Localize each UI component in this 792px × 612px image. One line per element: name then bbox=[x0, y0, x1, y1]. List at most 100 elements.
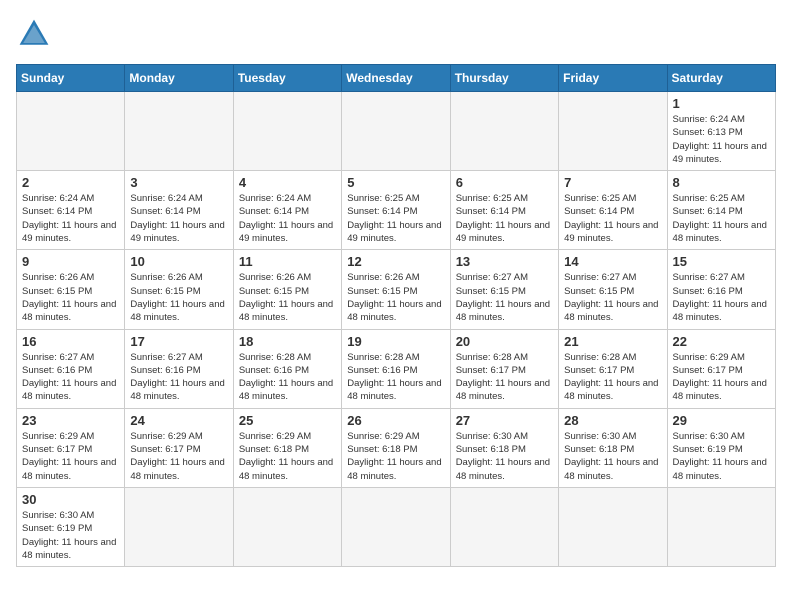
cell-info: Sunrise: 6:30 AM Sunset: 6:19 PM Dayligh… bbox=[673, 430, 770, 483]
cell-info: Sunrise: 6:30 AM Sunset: 6:18 PM Dayligh… bbox=[456, 430, 553, 483]
cell-info: Sunrise: 6:26 AM Sunset: 6:15 PM Dayligh… bbox=[347, 271, 444, 324]
calendar-cell: 30Sunrise: 6:30 AM Sunset: 6:19 PM Dayli… bbox=[17, 487, 125, 566]
calendar-cell: 25 Sunrise: 6:29 AM Sunset: 6:18 PM Dayli… bbox=[233, 408, 341, 487]
day-number: 22 bbox=[673, 334, 770, 349]
cell-info: Sunrise: 6:28 AM Sunset: 6:17 PM Dayligh… bbox=[564, 351, 661, 404]
day-number: 23 bbox=[22, 413, 119, 428]
day-number: 29 bbox=[673, 413, 770, 428]
calendar-cell: 6 Sunrise: 6:25 AM Sunset: 6:14 PM Daylig… bbox=[450, 171, 558, 250]
cell-info: Sunrise: 6:29 AM Sunset: 6:18 PM Dayligh… bbox=[347, 430, 444, 483]
calendar-week-row: 23 Sunrise: 6:29 AM Sunset: 6:17 PM Dayli… bbox=[17, 408, 776, 487]
day-header-friday: Friday bbox=[559, 65, 667, 92]
day-number: 21 bbox=[564, 334, 661, 349]
calendar-cell: 13Sunrise: 6:27 AM Sunset: 6:15 PM Dayli… bbox=[450, 250, 558, 329]
day-number: 17 bbox=[130, 334, 227, 349]
calendar-cell bbox=[17, 92, 125, 171]
calendar-cell: 16 Sunrise: 6:27 AM Sunset: 6:16 PM Dayli… bbox=[17, 329, 125, 408]
cell-info: Sunrise: 6:28 AM Sunset: 6:16 PM Dayligh… bbox=[347, 351, 444, 404]
calendar-cell: 17 Sunrise: 6:27 AM Sunset: 6:16 PM Dayli… bbox=[125, 329, 233, 408]
cell-info: Sunrise: 6:24 AM Sunset: 6:14 PM Dayligh… bbox=[239, 192, 336, 245]
calendar-cell bbox=[559, 92, 667, 171]
calendar-cell: 24 Sunrise: 6:29 AM Sunset: 6:17 PM Dayli… bbox=[125, 408, 233, 487]
cell-info: Sunrise: 6:29 AM Sunset: 6:17 PM Dayligh… bbox=[22, 430, 119, 483]
cell-info: Sunrise: 6:29 AM Sunset: 6:18 PM Dayligh… bbox=[239, 430, 336, 483]
calendar-cell: 2 Sunrise: 6:24 AM Sunset: 6:14 PM Daylig… bbox=[17, 171, 125, 250]
calendar-cell: 28Sunrise: 6:30 AM Sunset: 6:18 PM Dayli… bbox=[559, 408, 667, 487]
cell-info: Sunrise: 6:29 AM Sunset: 6:17 PM Dayligh… bbox=[130, 430, 227, 483]
calendar-cell bbox=[450, 487, 558, 566]
calendar-cell: 12 Sunrise: 6:26 AM Sunset: 6:15 PM Dayli… bbox=[342, 250, 450, 329]
calendar-cell: 15 Sunrise: 6:27 AM Sunset: 6:16 PM Dayli… bbox=[667, 250, 775, 329]
calendar-cell bbox=[342, 92, 450, 171]
day-number: 11 bbox=[239, 254, 336, 269]
calendar-cell: 10Sunrise: 6:26 AM Sunset: 6:15 PM Dayli… bbox=[125, 250, 233, 329]
day-number: 6 bbox=[456, 175, 553, 190]
calendar-cell bbox=[233, 487, 341, 566]
day-number: 8 bbox=[673, 175, 770, 190]
cell-info: Sunrise: 6:28 AM Sunset: 6:17 PM Dayligh… bbox=[456, 351, 553, 404]
cell-info: Sunrise: 6:25 AM Sunset: 6:14 PM Dayligh… bbox=[564, 192, 661, 245]
day-number: 7 bbox=[564, 175, 661, 190]
cell-info: Sunrise: 6:28 AM Sunset: 6:16 PM Dayligh… bbox=[239, 351, 336, 404]
day-number: 26 bbox=[347, 413, 444, 428]
calendar-cell: 29 Sunrise: 6:30 AM Sunset: 6:19 PM Dayli… bbox=[667, 408, 775, 487]
day-number: 27 bbox=[456, 413, 553, 428]
calendar-cell: 22Sunrise: 6:29 AM Sunset: 6:17 PM Dayli… bbox=[667, 329, 775, 408]
day-number: 5 bbox=[347, 175, 444, 190]
day-number: 4 bbox=[239, 175, 336, 190]
cell-info: Sunrise: 6:24 AM Sunset: 6:14 PM Dayligh… bbox=[130, 192, 227, 245]
day-number: 10 bbox=[130, 254, 227, 269]
day-number: 3 bbox=[130, 175, 227, 190]
day-number: 2 bbox=[22, 175, 119, 190]
day-header-saturday: Saturday bbox=[667, 65, 775, 92]
calendar-week-row: 9Sunrise: 6:26 AM Sunset: 6:15 PM Daylig… bbox=[17, 250, 776, 329]
cell-info: Sunrise: 6:27 AM Sunset: 6:16 PM Dayligh… bbox=[673, 271, 770, 324]
logo bbox=[16, 16, 58, 52]
calendar-cell: 20 Sunrise: 6:28 AM Sunset: 6:17 PM Dayli… bbox=[450, 329, 558, 408]
calendar-header-row: SundayMondayTuesdayWednesdayThursdayFrid… bbox=[17, 65, 776, 92]
day-number: 25 bbox=[239, 413, 336, 428]
cell-info: Sunrise: 6:24 AM Sunset: 6:14 PM Dayligh… bbox=[22, 192, 119, 245]
cell-info: Sunrise: 6:25 AM Sunset: 6:14 PM Dayligh… bbox=[673, 192, 770, 245]
cell-info: Sunrise: 6:27 AM Sunset: 6:16 PM Dayligh… bbox=[130, 351, 227, 404]
day-number: 24 bbox=[130, 413, 227, 428]
day-header-sunday: Sunday bbox=[17, 65, 125, 92]
cell-info: Sunrise: 6:24 AM Sunset: 6:13 PM Dayligh… bbox=[673, 113, 770, 166]
calendar-cell: 18 Sunrise: 6:28 AM Sunset: 6:16 PM Dayli… bbox=[233, 329, 341, 408]
calendar-week-row: 2 Sunrise: 6:24 AM Sunset: 6:14 PM Daylig… bbox=[17, 171, 776, 250]
day-header-wednesday: Wednesday bbox=[342, 65, 450, 92]
cell-info: Sunrise: 6:30 AM Sunset: 6:18 PM Dayligh… bbox=[564, 430, 661, 483]
day-number: 13 bbox=[456, 254, 553, 269]
day-header-monday: Monday bbox=[125, 65, 233, 92]
calendar-cell bbox=[233, 92, 341, 171]
day-number: 30 bbox=[22, 492, 119, 507]
calendar-cell bbox=[450, 92, 558, 171]
cell-info: Sunrise: 6:25 AM Sunset: 6:14 PM Dayligh… bbox=[347, 192, 444, 245]
calendar-cell: 7 Sunrise: 6:25 AM Sunset: 6:14 PM Daylig… bbox=[559, 171, 667, 250]
day-header-thursday: Thursday bbox=[450, 65, 558, 92]
calendar-cell bbox=[125, 92, 233, 171]
calendar-cell bbox=[667, 487, 775, 566]
calendar-cell: 4 Sunrise: 6:24 AM Sunset: 6:14 PM Daylig… bbox=[233, 171, 341, 250]
day-number: 12 bbox=[347, 254, 444, 269]
day-number: 20 bbox=[456, 334, 553, 349]
day-number: 15 bbox=[673, 254, 770, 269]
calendar-cell: 14Sunrise: 6:27 AM Sunset: 6:15 PM Dayli… bbox=[559, 250, 667, 329]
logo-icon bbox=[16, 16, 52, 52]
day-number: 16 bbox=[22, 334, 119, 349]
page-header bbox=[16, 16, 776, 52]
cell-info: Sunrise: 6:25 AM Sunset: 6:14 PM Dayligh… bbox=[456, 192, 553, 245]
calendar-week-row: 16 Sunrise: 6:27 AM Sunset: 6:16 PM Dayli… bbox=[17, 329, 776, 408]
calendar-cell: 1Sunrise: 6:24 AM Sunset: 6:13 PM Daylig… bbox=[667, 92, 775, 171]
calendar-cell: 21 Sunrise: 6:28 AM Sunset: 6:17 PM Dayli… bbox=[559, 329, 667, 408]
cell-info: Sunrise: 6:27 AM Sunset: 6:15 PM Dayligh… bbox=[564, 271, 661, 324]
day-number: 18 bbox=[239, 334, 336, 349]
calendar-week-row: 1Sunrise: 6:24 AM Sunset: 6:13 PM Daylig… bbox=[17, 92, 776, 171]
cell-info: Sunrise: 6:26 AM Sunset: 6:15 PM Dayligh… bbox=[22, 271, 119, 324]
calendar-cell bbox=[342, 487, 450, 566]
calendar-week-row: 30Sunrise: 6:30 AM Sunset: 6:19 PM Dayli… bbox=[17, 487, 776, 566]
calendar-cell bbox=[125, 487, 233, 566]
calendar-cell: 26 Sunrise: 6:29 AM Sunset: 6:18 PM Dayli… bbox=[342, 408, 450, 487]
calendar-cell: 19Sunrise: 6:28 AM Sunset: 6:16 PM Dayli… bbox=[342, 329, 450, 408]
cell-info: Sunrise: 6:27 AM Sunset: 6:16 PM Dayligh… bbox=[22, 351, 119, 404]
